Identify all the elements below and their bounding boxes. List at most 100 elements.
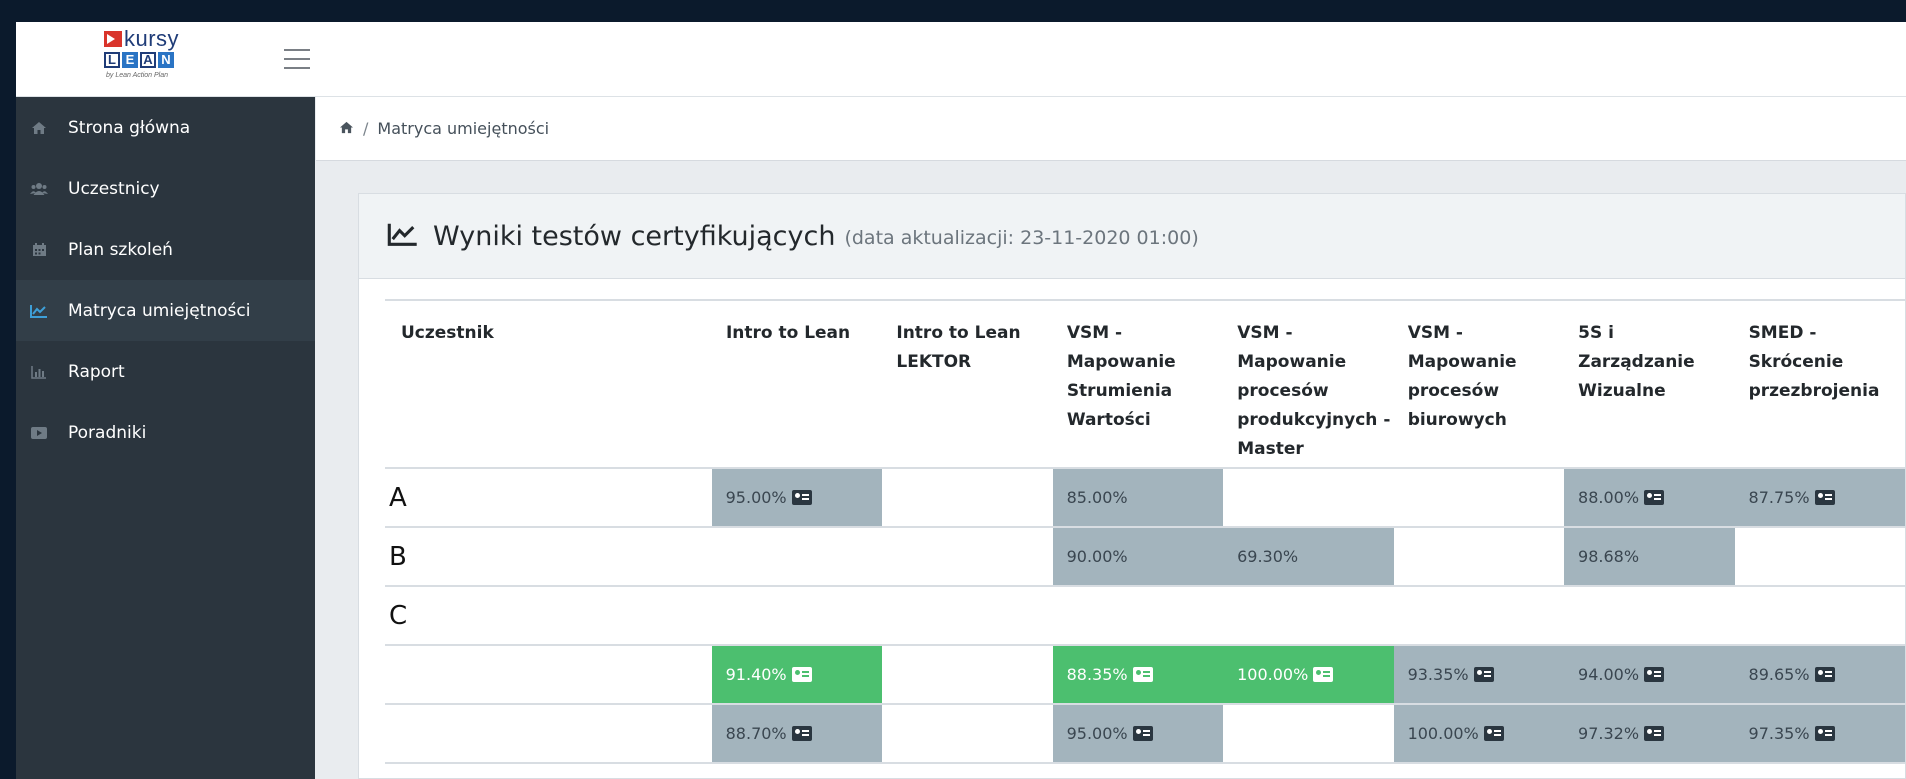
score-value: 88.70% [725,724,787,743]
participant-name: B [385,528,712,585]
score-value: 87.75% [1748,488,1810,507]
score-value: 85.00% [1066,488,1128,507]
home-icon[interactable] [339,119,354,138]
score-cell [882,469,1053,526]
skills-matrix-table: Uczestnik Intro to Lean Intro to Lean LE… [385,299,1906,764]
score-cell: 85.00% [1052,469,1224,526]
sidebar-item-label: Poradniki [68,422,147,443]
kursy-lean-logo[interactable]: kursy L E A N by Lean Action Plan [88,28,188,90]
column-header[interactable]: VSM - Mapowanie procesów biurowych [1394,301,1564,467]
certificate-icon[interactable] [1644,490,1665,505]
column-header[interactable]: SMED - Skrócenie przezbrojenia [1735,301,1905,467]
sidebar-item-matryca-umiejetnosci[interactable]: Matryca umiejętności [16,280,315,341]
certificate-icon[interactable] [1473,667,1494,682]
score-cell: 89.65% [1734,646,1906,703]
top-header: kursy L E A N by Lean Action Plan [16,22,1906,97]
column-header[interactable]: Intro to Lean [712,301,882,467]
sidebar-item-label: Raport [68,361,125,382]
score-value: 91.40% [725,665,787,684]
score-value: 90.00% [1066,547,1128,566]
participant-name: A [385,469,712,526]
score-value: 100.00% [1407,724,1479,743]
certificate-icon[interactable] [1644,667,1665,682]
breadcrumb-separator: / [363,119,369,138]
score-cell [882,587,1053,644]
certificate-icon[interactable] [1814,726,1835,741]
score-cell [882,528,1053,585]
sidebar-item-strona-glowna[interactable]: Strona główna [16,97,315,158]
hamburger-menu-icon[interactable] [284,49,310,69]
score-cell: 88.70% [711,705,883,762]
logo-wordmark: kursy [104,28,179,50]
score-cell: 90.00% [1052,528,1224,585]
table-row: C [385,587,1906,646]
table-row: 88.70% 95.00% 100.00% 97.32% 97.35% [385,705,1906,764]
line-chart-icon [30,303,48,319]
table-row: A 95.00% 85.00% 88.00% 87.75% [385,469,1906,528]
score-cell [1223,587,1394,644]
score-cell [1052,587,1224,644]
certificate-icon[interactable] [1132,726,1153,741]
score-cell: 95.00% [1052,705,1224,762]
sidebar-item-raport[interactable]: Raport [16,341,315,402]
score-cell: 95.00% [711,469,883,526]
score-cell [1393,469,1565,526]
column-header[interactable]: Intro to Lean LEKTOR [882,301,1052,467]
score-cell [711,587,883,644]
certificate-icon[interactable] [1814,490,1835,505]
score-cell [1223,705,1394,762]
table-body: A 95.00% 85.00% 88.00% 87.75% B 90.00% 69.30% 98… [385,469,1906,764]
results-card: Wyniki testów certyfikujących (data aktu… [358,193,1906,779]
score-value: 95.00% [725,488,787,507]
score-value: 97.35% [1748,724,1810,743]
sidebar: Strona główna Uczestnicy Plan szkoleń Ma… [16,97,315,779]
certificate-icon[interactable] [791,726,812,741]
breadcrumb: / Matryca umiejętności [316,97,1906,161]
bar-chart-icon [30,364,48,380]
certificate-icon[interactable] [1814,667,1835,682]
card-header: Wyniki testów certyfikujących (data aktu… [359,194,1905,279]
certificate-icon[interactable] [791,490,812,505]
score-cell: 88.35% [1052,646,1224,703]
score-cell: 69.30% [1223,528,1394,585]
logo-letter: A [140,52,156,68]
score-value: 88.00% [1578,488,1640,507]
logo-letter: L [104,52,120,68]
score-cell: 97.32% [1564,705,1735,762]
sidebar-item-plan-szkolen[interactable]: Plan szkoleń [16,219,315,280]
score-value: 98.68% [1578,547,1640,566]
score-cell [1734,528,1906,585]
certificate-icon[interactable] [1644,726,1665,741]
certificate-icon[interactable] [1132,667,1153,682]
video-icon [30,425,48,441]
score-cell [882,646,1053,703]
logo-letters: L E A N [104,52,174,68]
sidebar-item-poradniki[interactable]: Poradniki [16,402,315,463]
users-icon [30,181,48,197]
column-header[interactable]: 5S i Zarządzanie Wizualne [1564,301,1734,467]
logo-flag-icon [104,31,122,47]
column-header[interactable]: VSM - Mapowanie Strumienia Wartości [1053,301,1223,467]
column-header-uczestnik[interactable]: Uczestnik [385,301,712,467]
certificate-icon[interactable] [1313,667,1334,682]
sidebar-item-label: Uczestnicy [68,178,160,199]
score-value: 97.32% [1578,724,1640,743]
score-value: 100.00% [1237,665,1309,684]
card-title: Wyniki testów certyfikujących [433,220,836,252]
score-cell [1734,587,1906,644]
logo-word: kursy [124,26,180,51]
home-icon [30,120,48,136]
participant-name: C [385,587,712,644]
score-cell: 88.00% [1564,469,1735,526]
score-value: 94.00% [1578,665,1640,684]
sidebar-item-label: Plan szkoleń [68,239,173,260]
participant-name [385,705,712,762]
column-header[interactable]: VSM - Mapowanie procesów produkcyjnych -… [1223,301,1393,467]
sidebar-item-uczestnicy[interactable]: Uczestnicy [16,158,315,219]
score-cell [1393,587,1565,644]
certificate-icon[interactable] [1483,726,1504,741]
line-chart-icon [387,222,419,250]
score-value: 95.00% [1066,724,1128,743]
participant-name [385,646,712,703]
certificate-icon[interactable] [791,667,812,682]
